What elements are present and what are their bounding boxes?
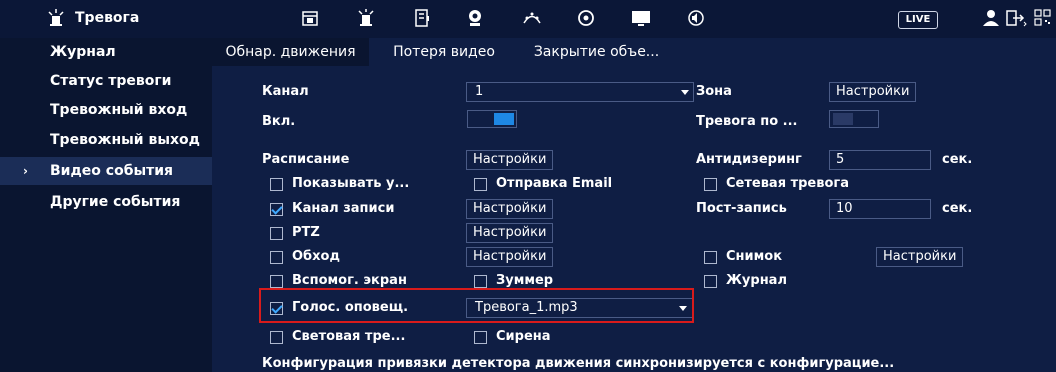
record-checkbox[interactable] — [270, 203, 283, 216]
record-label: Канал записи — [292, 201, 395, 216]
netalarm-label: Сетевая тревога — [726, 176, 849, 191]
snapshot-checkbox[interactable] — [704, 251, 717, 264]
show-checkbox[interactable] — [270, 178, 283, 191]
channel-value: 1 — [475, 84, 484, 99]
sidebar-item-journal[interactable]: Журнал — [0, 38, 212, 66]
calendar-icon[interactable] — [300, 8, 320, 28]
camera-icon[interactable] — [465, 8, 485, 28]
postrec-label: Пост-запись — [696, 201, 787, 216]
snapshot-label: Снимок — [726, 249, 783, 264]
tour-label: Обход — [292, 249, 340, 264]
ptz-icon[interactable] — [576, 8, 596, 28]
buzzer-checkbox[interactable] — [474, 275, 487, 288]
logout-icon[interactable] — [1005, 8, 1027, 28]
alarm-label: Тревога по ... — [696, 114, 798, 129]
footer-note: Конфигурация привязки детектора движения… — [262, 356, 895, 371]
alarm-toggle[interactable] — [829, 110, 879, 128]
email-checkbox[interactable] — [474, 178, 487, 191]
postrec-unit: сек. — [942, 201, 973, 216]
antidither-input[interactable]: 5 — [829, 150, 931, 170]
channel-select[interactable]: 1 — [466, 82, 694, 102]
antidither-value: 5 — [836, 152, 845, 167]
chevron-down-icon — [681, 90, 689, 95]
netalarm-checkbox[interactable] — [704, 178, 717, 191]
snapshot-settings-button[interactable]: Настройки — [876, 247, 964, 267]
display-icon[interactable] — [630, 8, 652, 28]
sidebar-item-label: Статус тревоги — [50, 73, 172, 89]
postrec-value: 10 — [836, 201, 853, 216]
tab-tampering[interactable]: Закрытие объе... — [519, 38, 674, 66]
buzzer-label: Зуммер — [496, 273, 554, 288]
toggle-knob — [494, 113, 514, 125]
log-checkbox[interactable] — [704, 275, 717, 288]
ptz-settings-button[interactable]: Настройки — [466, 223, 554, 243]
zone-label: Зона — [696, 84, 732, 99]
audio-icon[interactable] — [686, 8, 706, 28]
light-label: Световая тре... — [292, 329, 406, 344]
siren-label: Сирена — [496, 329, 551, 344]
show-label: Показывать у... — [292, 176, 410, 191]
tab-video-loss[interactable]: Потеря видео — [369, 38, 519, 66]
sidebar-item-label: Тревожный вход — [50, 102, 188, 118]
tour-settings-button[interactable]: Настройки — [466, 247, 554, 267]
sidebar-item-alarm-input[interactable]: Тревожный вход — [0, 96, 212, 124]
aux-checkbox[interactable] — [270, 275, 283, 288]
ptz-checkbox[interactable] — [270, 227, 283, 240]
schedule-settings-button[interactable]: Настройки — [466, 150, 554, 170]
network-icon[interactable] — [521, 8, 543, 28]
tab-bar: Обнар. движения Потеря видео Закрытие об… — [212, 38, 1056, 66]
highlight-frame — [259, 288, 694, 323]
record-settings-button[interactable]: Настройки — [466, 199, 554, 219]
sidebar-item-label: Видео события — [50, 163, 174, 179]
sidebar-item-alarm-status[interactable]: Статус тревоги — [0, 67, 212, 95]
sidebar-item-label: Другие события — [50, 194, 181, 210]
chevron-right-icon: › — [23, 164, 28, 178]
ptz-label: PTZ — [292, 225, 320, 240]
sidebar-item-other-events[interactable]: Другие события — [0, 188, 212, 216]
enable-label: Вкл. — [262, 114, 296, 129]
top-bar: Тревога LIVE — [0, 0, 1056, 38]
email-label: Отправка Email — [496, 176, 613, 191]
antidither-label: Антидизеринг — [696, 152, 802, 167]
app-title: Тревога — [75, 10, 140, 26]
user-icon[interactable] — [982, 8, 1000, 28]
tour-checkbox[interactable] — [270, 251, 283, 264]
storage-icon[interactable] — [412, 8, 432, 28]
sidebar-item-label: Журнал — [50, 44, 116, 60]
schedule-label: Расписание — [262, 152, 350, 167]
alarm-icon — [48, 9, 64, 26]
siren-checkbox[interactable] — [474, 331, 487, 344]
log-label: Журнал — [726, 273, 787, 288]
live-button[interactable]: LIVE — [898, 11, 938, 29]
qr-icon[interactable] — [1034, 8, 1052, 28]
sidebar-item-alarm-output[interactable]: Тревожный выход — [0, 126, 212, 154]
antidither-unit: сек. — [942, 152, 973, 167]
tab-motion-detect[interactable]: Обнар. движения — [212, 38, 369, 66]
aux-label: Вспомог. экран — [292, 273, 407, 288]
alarm-bell-icon[interactable] — [356, 8, 376, 28]
sidebar: Журнал Статус тревоги Тревожный вход Тре… — [0, 38, 212, 372]
zone-settings-button[interactable]: Настройки — [829, 82, 917, 102]
sidebar-item-label: Тревожный выход — [50, 132, 200, 148]
toggle-knob — [833, 113, 853, 125]
enable-toggle[interactable] — [467, 110, 517, 128]
channel-label: Канал — [262, 84, 309, 99]
sidebar-item-video-events[interactable]: › Видео события — [0, 157, 212, 185]
light-checkbox[interactable] — [270, 331, 283, 344]
postrec-input[interactable]: 10 — [829, 199, 931, 219]
